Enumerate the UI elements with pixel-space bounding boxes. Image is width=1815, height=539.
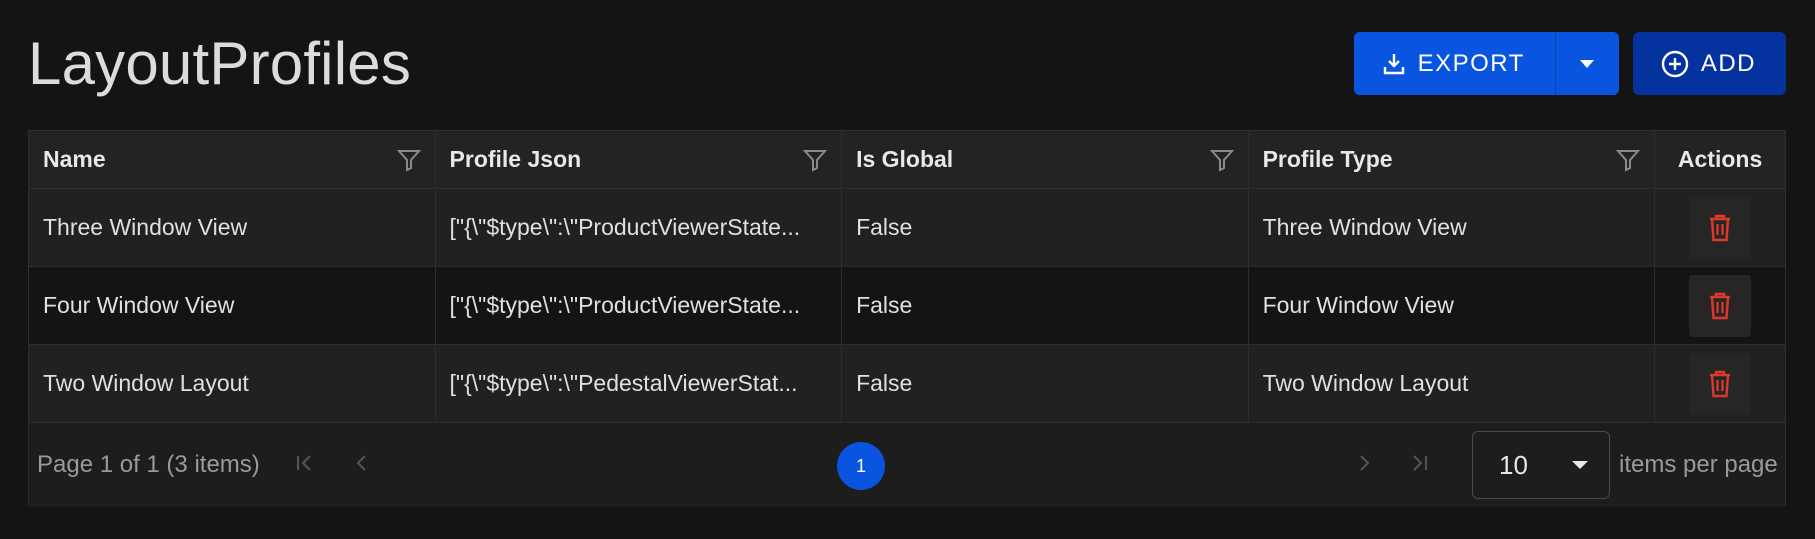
toolbar: EXPORT ADD	[1353, 32, 1786, 95]
chevron-left-icon[interactable]	[351, 451, 373, 482]
cell-profile-json: ["{\"$type\":\"PedestalViewerStat...	[436, 345, 843, 422]
export-button[interactable]: EXPORT	[1353, 32, 1556, 95]
caret-down-icon	[1571, 460, 1589, 470]
page-size-select[interactable]: 10	[1472, 431, 1610, 499]
export-split-button: EXPORT	[1353, 32, 1619, 95]
download-icon	[1382, 52, 1406, 76]
column-header-profile-type[interactable]: Profile Type	[1249, 131, 1656, 188]
cell-name: Four Window View	[29, 267, 436, 344]
column-header-label: Is Global	[856, 146, 954, 172]
grid-header: Name Profile Json Is Global Profile Type…	[29, 131, 1785, 189]
cell-profile-type: Three Window View	[1249, 189, 1656, 266]
items-per-page-label: items per page	[1619, 451, 1778, 478]
export-label: EXPORT	[1417, 49, 1525, 77]
trash-icon	[1708, 214, 1732, 242]
pager: Page 1 of 1 (3 items) 1 10 items per pag…	[29, 423, 1785, 507]
column-header-profile-json[interactable]: Profile Json	[436, 131, 843, 188]
cell-name: Two Window Layout	[29, 345, 436, 422]
delete-button[interactable]	[1689, 274, 1752, 337]
page-title: LayoutProfiles	[28, 30, 412, 97]
add-label: ADD	[1700, 49, 1756, 77]
cell-profile-json: ["{\"$type\":\"ProductViewerState...	[436, 267, 843, 344]
column-header-actions: Actions	[1655, 131, 1785, 188]
cell-is-global: False	[842, 345, 1249, 422]
column-header-is-global[interactable]: Is Global	[842, 131, 1249, 188]
column-header-label: Profile Type	[1262, 146, 1393, 172]
delete-button[interactable]	[1689, 352, 1752, 415]
first-page-icon[interactable]	[295, 451, 317, 482]
chevron-right-icon[interactable]	[1353, 451, 1375, 482]
pager-info: Page 1 of 1 (3 items)	[37, 451, 260, 478]
export-dropdown-button[interactable]	[1555, 32, 1619, 95]
caret-down-icon	[1579, 59, 1595, 69]
plus-circle-icon	[1661, 50, 1689, 78]
trash-icon	[1708, 370, 1732, 398]
column-header-label: Actions	[1677, 146, 1763, 172]
add-button[interactable]: ADD	[1632, 32, 1786, 95]
filter-icon[interactable]	[396, 148, 421, 172]
table-row[interactable]: Three Window View ["{\"$type\":\"Product…	[29, 189, 1785, 267]
trash-icon	[1708, 292, 1732, 320]
cell-profile-type: Four Window View	[1249, 267, 1656, 344]
data-grid: Name Profile Json Is Global Profile Type…	[28, 130, 1786, 507]
delete-button[interactable]	[1689, 196, 1752, 259]
cell-is-global: False	[842, 189, 1249, 266]
filter-icon[interactable]	[1616, 148, 1641, 172]
cell-profile-json: ["{\"$type\":\"ProductViewerState...	[436, 189, 843, 266]
filter-icon[interactable]	[803, 148, 828, 172]
column-header-name[interactable]: Name	[29, 131, 436, 188]
page-number-current[interactable]: 1	[837, 442, 885, 490]
column-header-label: Profile Json	[449, 146, 582, 172]
cell-profile-type: Two Window Layout	[1249, 345, 1656, 422]
column-header-label: Name	[43, 146, 106, 172]
last-page-icon[interactable]	[1407, 451, 1429, 482]
table-row[interactable]: Four Window View ["{\"$type\":\"ProductV…	[29, 267, 1785, 345]
page-size-value: 10	[1499, 449, 1528, 480]
cell-actions	[1655, 345, 1785, 422]
cell-actions	[1655, 267, 1785, 344]
cell-is-global: False	[842, 267, 1249, 344]
table-row[interactable]: Two Window Layout ["{\"$type\":\"Pedesta…	[29, 345, 1785, 423]
filter-icon[interactable]	[1209, 148, 1234, 172]
cell-name: Three Window View	[29, 189, 436, 266]
cell-actions	[1655, 189, 1785, 266]
page: LayoutProfiles EXPORT ADD Name Profile J…	[0, 0, 1815, 539]
